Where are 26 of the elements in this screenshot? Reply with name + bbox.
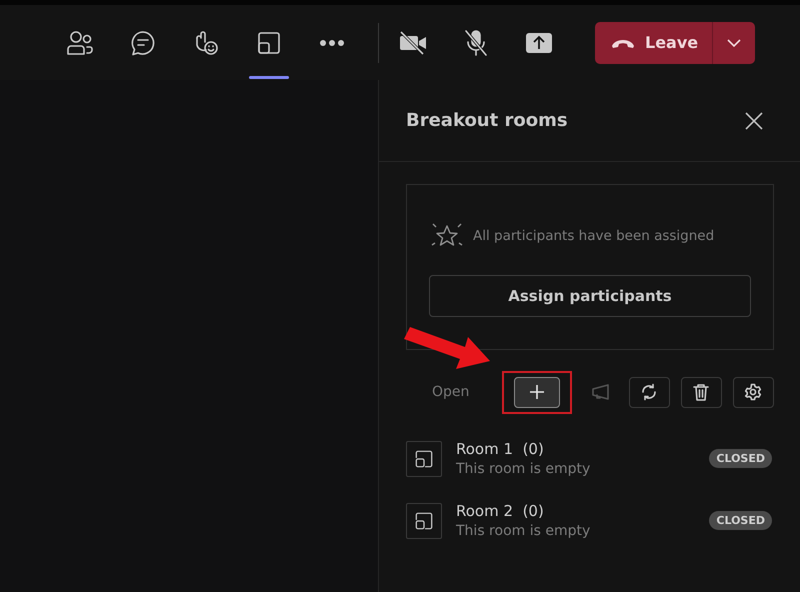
room-icon <box>406 502 442 538</box>
room-icon <box>406 440 442 476</box>
chevron-down-icon <box>727 38 742 46</box>
status-badge: CLOSED <box>709 511 772 530</box>
room-subtitle: This room is empty <box>456 523 592 539</box>
room-name: Room 2 (0) <box>456 502 545 520</box>
recreate-button[interactable] <box>628 376 670 408</box>
chat-icon <box>129 28 157 56</box>
assign-participants-button[interactable]: Assign participants <box>429 275 751 317</box>
room-name: Room 1 (0) <box>456 440 545 458</box>
more-icon <box>319 38 345 46</box>
status-message: All participants have been assigned <box>473 228 714 244</box>
close-button[interactable] <box>744 110 764 130</box>
panel-title: Breakout rooms <box>406 110 568 131</box>
refresh-icon <box>640 383 658 401</box>
room-subtitle: This room is empty <box>456 461 592 477</box>
trash-icon <box>693 383 710 401</box>
breakout-rooms-icon <box>256 30 282 56</box>
settings-button[interactable] <box>732 376 774 408</box>
status-badge: CLOSED <box>709 449 772 468</box>
people-icon <box>65 30 95 56</box>
megaphone-icon <box>591 384 612 400</box>
delete-button[interactable] <box>680 376 722 408</box>
plus-icon <box>529 384 546 400</box>
add-room-button[interactable] <box>514 376 560 408</box>
settings-icon <box>744 383 762 401</box>
